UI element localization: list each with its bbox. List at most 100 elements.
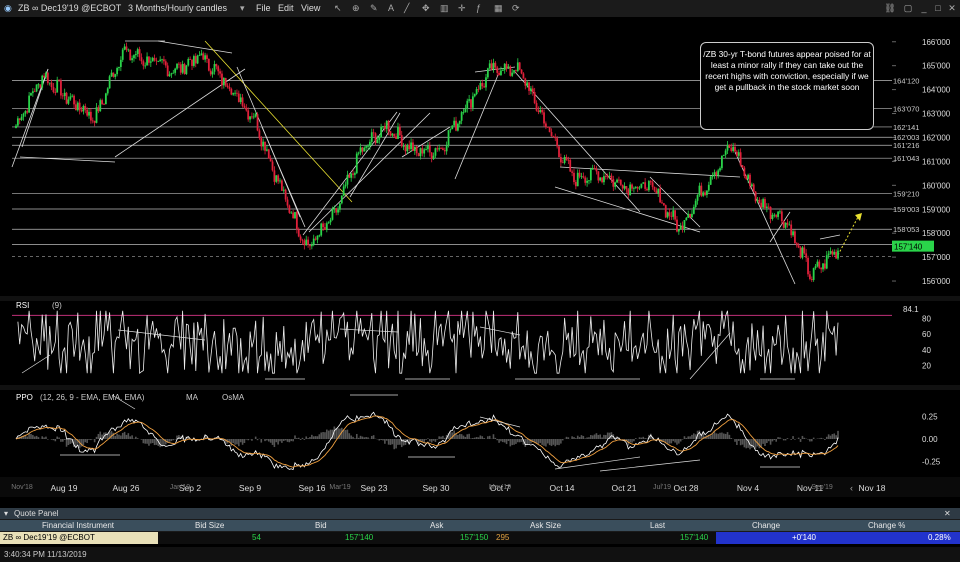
minimize-icon[interactable]: _ — [918, 3, 930, 14]
candle-body — [816, 261, 819, 267]
candle-body — [35, 84, 38, 92]
osma-bar — [372, 435, 375, 439]
time-tick-label: Oct 28 — [673, 483, 698, 493]
candle-body — [282, 189, 285, 191]
candle-body — [50, 82, 53, 88]
candle-body — [528, 82, 530, 91]
panel-divider[interactable] — [0, 385, 960, 390]
candle-body — [127, 49, 130, 51]
candle-body — [178, 63, 180, 65]
table-row[interactable]: ZB ∞ Dec19'19 @ECBOT 54 157'140 157'150 … — [0, 532, 960, 544]
candle-body — [777, 211, 779, 217]
col-ask[interactable]: Ask — [430, 521, 443, 530]
col-change-pct[interactable]: Change % — [868, 521, 905, 530]
candle-body — [280, 180, 283, 191]
osma-bar — [782, 439, 785, 441]
osma-bar — [479, 435, 482, 439]
link-icon[interactable]: ⛓ — [884, 3, 896, 14]
candle-body — [157, 61, 160, 62]
pan-icon[interactable]: ✥ — [422, 3, 430, 14]
draw-icon[interactable]: ✎ — [370, 3, 378, 14]
layout-icon[interactable]: ▦ — [494, 3, 503, 14]
candle-body — [473, 94, 476, 97]
crosshair-icon[interactable]: ✛ — [458, 3, 466, 14]
line-icon[interactable]: ╱ — [404, 3, 409, 14]
candle-body — [108, 76, 111, 89]
zoom-icon[interactable]: ⊕ — [352, 3, 360, 14]
osma-bar — [275, 439, 278, 443]
contract-label[interactable]: ∞ Dec19'19 @ECBOT — [32, 3, 121, 13]
cell-instrument[interactable]: ZB ∞ Dec19'19 @ECBOT — [3, 533, 95, 542]
osma-bar — [311, 434, 313, 439]
candle-body — [601, 177, 603, 183]
osma-bar — [644, 438, 646, 439]
price-tick-label: 164'000 — [922, 86, 951, 95]
osma-bar — [668, 439, 671, 444]
close-icon[interactable]: ✕ — [944, 509, 951, 518]
cursor-icon[interactable]: ↖ — [334, 3, 342, 14]
panel-divider[interactable] — [0, 296, 960, 301]
candle-body — [269, 158, 272, 162]
candle-body — [799, 247, 802, 258]
candle-body — [779, 211, 781, 213]
candle-body — [780, 211, 783, 222]
candle-body — [136, 49, 139, 54]
indicator-icon[interactable]: ƒ — [476, 3, 481, 13]
time-tick-label: Oct 14 — [549, 483, 574, 493]
candle-body — [335, 208, 338, 213]
rsi-label[interactable]: RSI — [16, 301, 29, 310]
osma-bar — [346, 429, 349, 439]
col-instrument[interactable]: Financial Instrument — [42, 521, 114, 530]
candle-body — [580, 176, 583, 178]
osma-bar — [256, 439, 259, 441]
menu-edit[interactable]: Edit — [278, 3, 294, 13]
price-tick-label: 166'000 — [922, 38, 951, 47]
candle-body — [578, 172, 581, 177]
osma-bar — [380, 439, 382, 440]
time-tick-label: Nov 18 — [859, 483, 886, 493]
lock-icon[interactable]: ▢ — [902, 3, 914, 14]
candle-body — [241, 97, 244, 106]
timeframe-dropdown[interactable]: 3 Months/Hourly candles — [128, 3, 227, 13]
last-price-label: 157'140 — [894, 243, 923, 252]
osma-bar — [685, 437, 688, 439]
osma-bar — [560, 439, 562, 444]
refresh-icon[interactable]: ⟳ — [512, 3, 520, 14]
candle-body — [176, 63, 178, 69]
candle-body — [638, 187, 641, 189]
osma-bar — [693, 433, 695, 439]
candle-body — [146, 56, 148, 66]
col-change[interactable]: Change — [752, 521, 780, 530]
candle-body — [305, 239, 308, 246]
menu-file[interactable]: File — [256, 3, 271, 13]
candle-body — [249, 116, 251, 120]
osma-bar — [790, 439, 792, 440]
candle-body — [342, 186, 345, 196]
col-bid-size[interactable]: Bid Size — [195, 521, 224, 530]
candle-body — [565, 156, 568, 160]
close-icon[interactable]: ✕ — [946, 3, 958, 14]
ppo-label[interactable]: PPO — [16, 393, 33, 402]
col-last[interactable]: Last — [650, 521, 665, 530]
candle-body — [202, 53, 205, 60]
collapse-icon[interactable]: ▾ — [4, 509, 8, 518]
candle-body — [140, 57, 143, 62]
text-icon[interactable]: A — [388, 3, 394, 13]
candle-body — [603, 176, 605, 183]
candle-body — [500, 70, 502, 76]
osma-bar — [239, 439, 242, 443]
candle-body — [483, 86, 486, 88]
osma-bar — [633, 439, 635, 442]
col-ask-size[interactable]: Ask Size — [530, 521, 561, 530]
maximize-icon[interactable]: □ — [932, 3, 944, 14]
col-bid[interactable]: Bid — [315, 521, 327, 530]
osma-bar — [357, 437, 360, 439]
osma-bar — [767, 439, 770, 442]
candle-body — [689, 213, 691, 218]
osma-bar — [393, 439, 396, 450]
osma-bar — [232, 439, 235, 444]
menu-view[interactable]: View — [301, 3, 320, 13]
symbol-label[interactable]: ZB — [18, 3, 30, 13]
chevron-down-icon[interactable]: ▾ — [240, 3, 245, 14]
bar-icon[interactable]: ▥ — [440, 3, 449, 14]
